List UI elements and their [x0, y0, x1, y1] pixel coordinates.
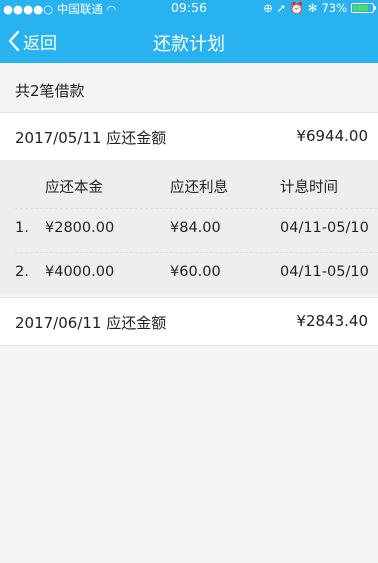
row-divider	[15, 252, 378, 253]
plan-amount: ¥6944.00	[296, 127, 368, 145]
column-header-principal: 应还本金	[45, 180, 103, 196]
loan-count-summary: 共2笔借款	[15, 82, 85, 100]
row-index: 2.	[15, 264, 29, 280]
repayment-plan-card[interactable]: 2017/06/11 应还金额 ¥2843.40	[0, 297, 378, 346]
row-principal: ¥2800.00	[45, 220, 115, 236]
plan-date-label: 2017/06/11 应还金额	[15, 314, 167, 332]
battery-percent: 73%	[321, 1, 347, 15]
row-divider	[15, 208, 378, 209]
plan-header[interactable]: 2017/05/11 应还金额 ¥6944.00	[0, 113, 378, 160]
top-bar: ●●●●○ 中国联通 ◠ 09:56 ⊕ ➚ ⏰ ✻ 73% 返回 还款计划	[0, 0, 378, 63]
status-bar: ●●●●○ 中国联通 ◠ 09:56 ⊕ ➚ ⏰ ✻ 73%	[0, 0, 378, 17]
row-principal: ¥4000.00	[45, 264, 115, 280]
row-interest: ¥84.00	[170, 220, 221, 236]
column-header-period: 计息时间	[280, 180, 338, 196]
nav-bar: 返回 还款计划	[0, 20, 378, 63]
repayment-plan-card[interactable]: 2017/05/11 应还金额 ¥6944.00 应还本金 应还利息 计息时间 …	[0, 112, 378, 294]
plan-date-label: 2017/05/11 应还金额	[15, 129, 167, 147]
battery-icon	[351, 3, 376, 13]
row-interest: ¥60.00	[170, 264, 221, 280]
page-title: 还款计划	[153, 34, 225, 55]
row-index: 1.	[15, 220, 29, 236]
plan-amount: ¥2843.40	[296, 312, 368, 330]
row-period: 04/11-05/10	[280, 220, 369, 236]
column-header-interest: 应还利息	[170, 180, 228, 196]
status-right: ⊕ ➚ ⏰ ✻ 73%	[263, 1, 376, 15]
row-period: 04/11-05/10	[280, 264, 369, 280]
loan-detail-table: 应还本金 应还利息 计息时间 1. ¥2800.00 ¥84.00 04/11-…	[0, 160, 378, 294]
plan-header[interactable]: 2017/06/11 应还金额 ¥2843.40	[0, 298, 378, 345]
status-icons: ⊕ ➚ ⏰ ✻	[263, 1, 318, 15]
